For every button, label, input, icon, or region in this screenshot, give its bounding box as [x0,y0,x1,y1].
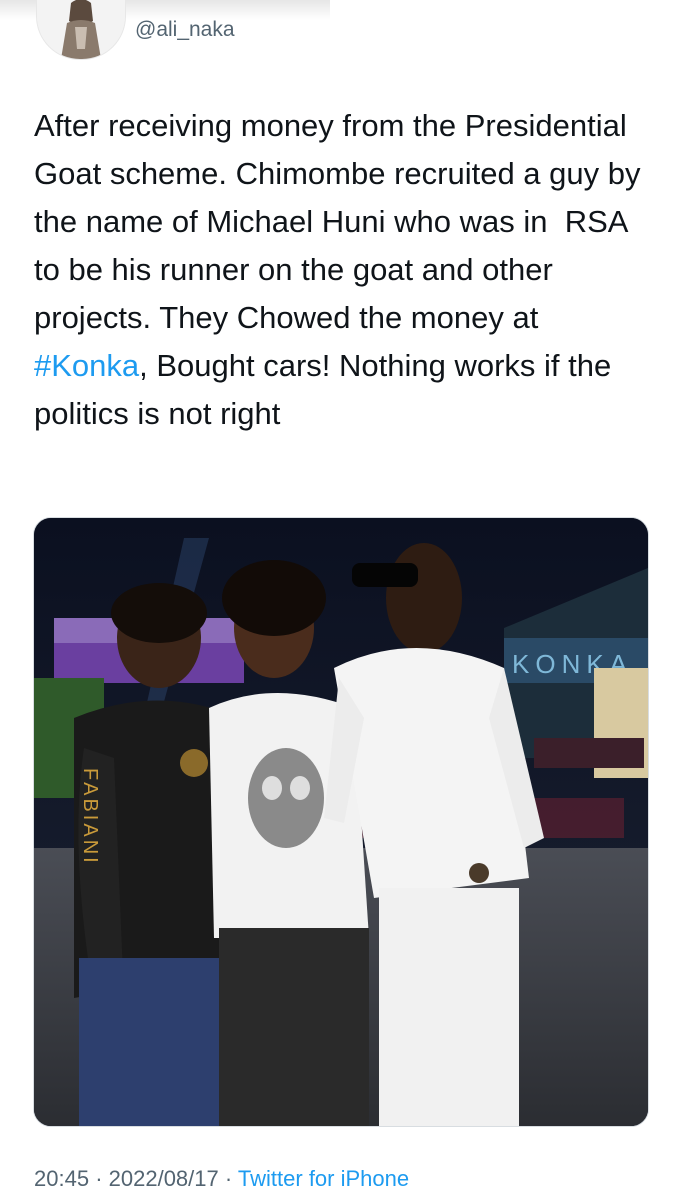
tweet-meta: 20:45 · 2022/08/17 · Twitter for iPhone [34,1166,409,1192]
tweet-text: After receiving money from the President… [34,102,654,438]
tweet-time[interactable]: 20:45 [34,1166,89,1191]
meta-separator-1: · [95,1166,103,1191]
tweet-text-part-1: After receiving money from the President… [34,108,650,335]
shirt-text: FABIANI [79,768,101,866]
hashtag-link[interactable]: #Konka [34,348,139,383]
photo-three-men: KONKA FABIANI [34,518,648,1126]
avatar-image [37,0,125,59]
author-handle[interactable]: @ali_naka [135,18,235,42]
tweet-header: @ali_naka [0,0,680,80]
avatar[interactable] [36,0,126,60]
tweet-date[interactable]: 2022/08/17 [109,1166,219,1191]
meta-separator-2: · [224,1166,233,1191]
tweet-photo[interactable]: KONKA FABIANI [33,517,649,1127]
tweet-source[interactable]: Twitter for iPhone [238,1166,409,1191]
